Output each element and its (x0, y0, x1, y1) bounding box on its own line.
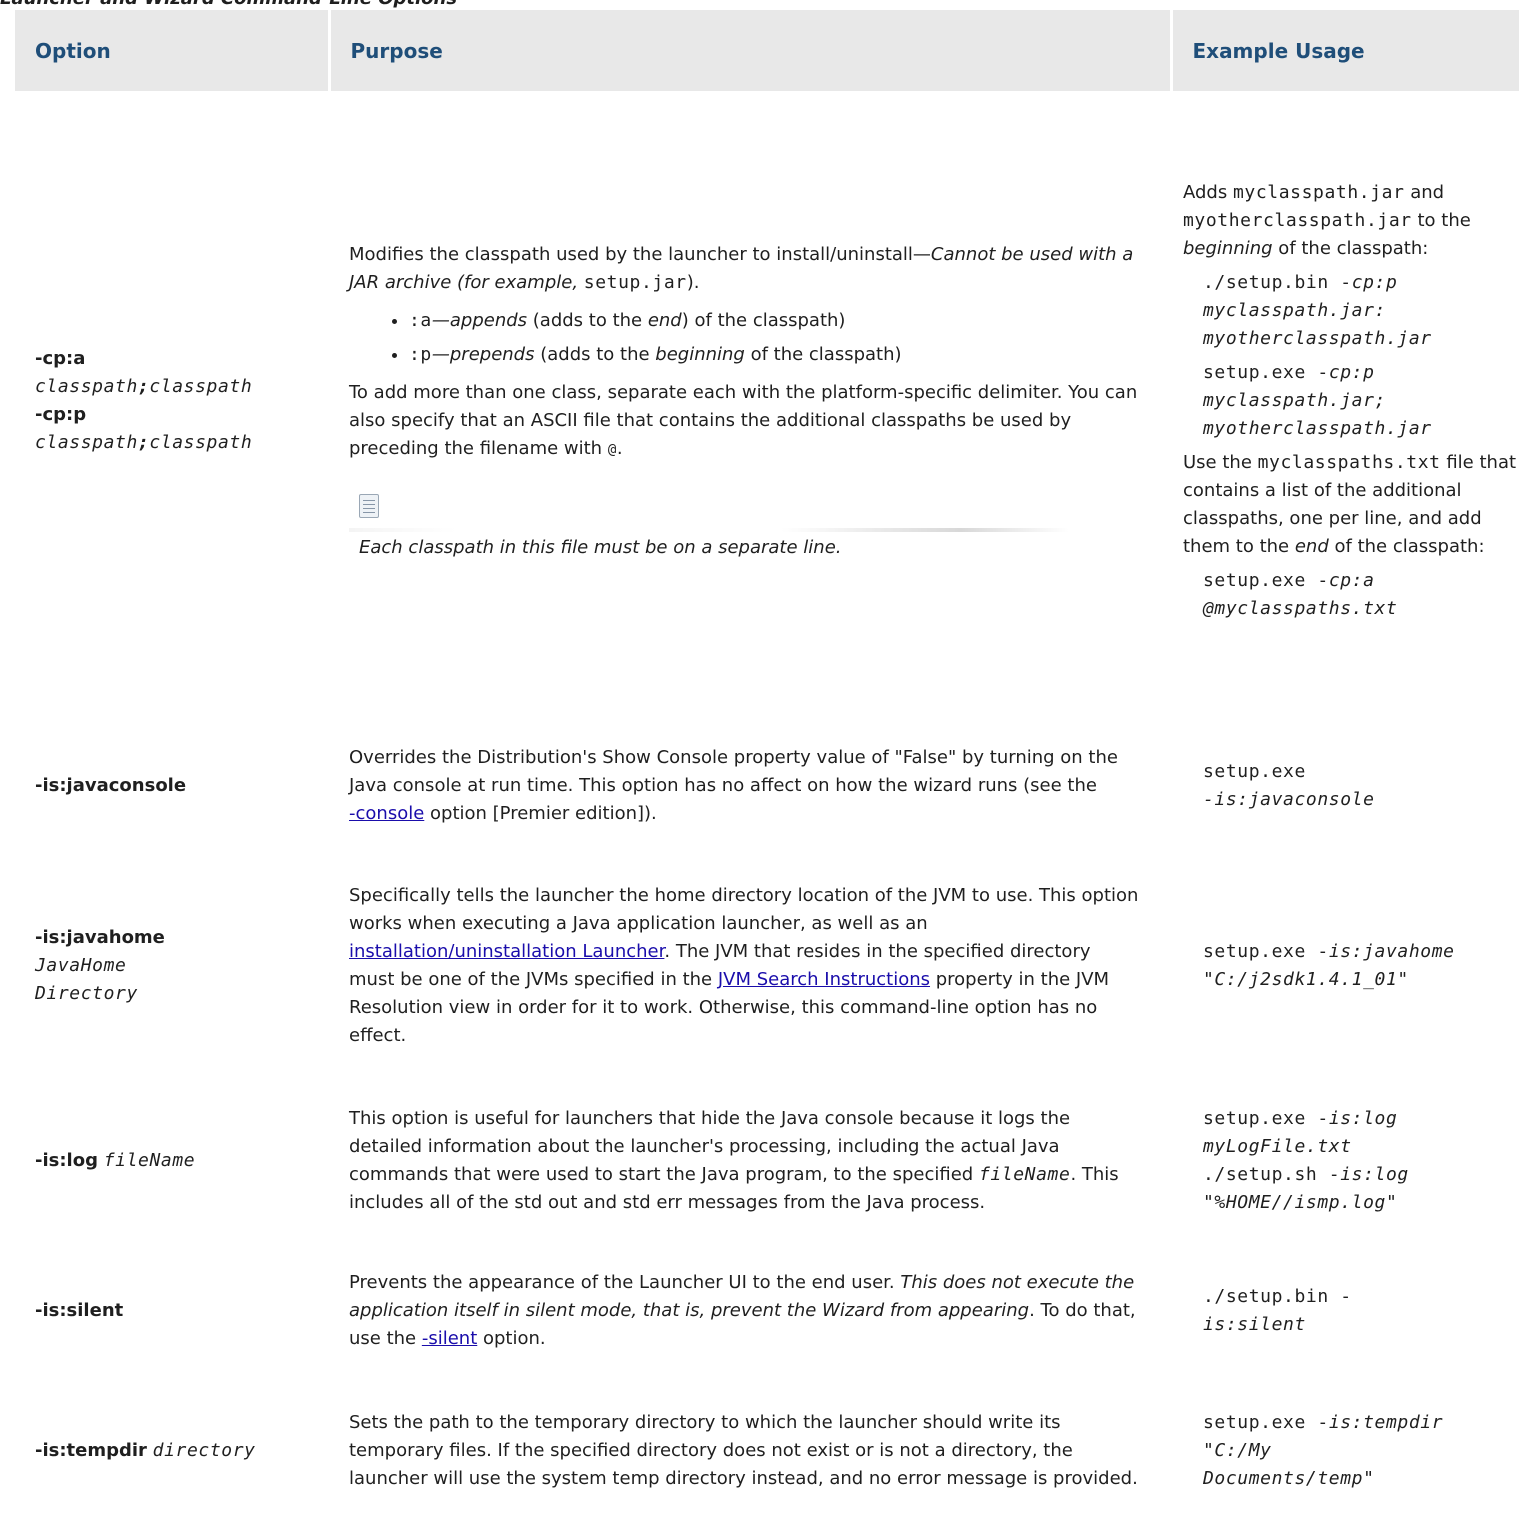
example-cell-cp: Adds myclasspath.jar and myotherclasspat… (1171, 91, 1519, 711)
option-arg-sep: ; (137, 376, 150, 397)
example-command: setup.exe -is:javaconsole (1203, 761, 1375, 810)
example-cell-javaconsole: setup.exe -is:javaconsole (1171, 711, 1519, 861)
option-name: -is:javahome (35, 927, 165, 948)
example-command: ./setup.bin -is:silent (1203, 1286, 1352, 1335)
purpose-paragraph: Specifically tells the launcher the home… (349, 885, 1139, 1046)
header-example: Example Usage (1171, 10, 1519, 91)
table-row-javahome: -is:javahome JavaHome Directory Specific… (15, 861, 1519, 1071)
purpose-cell-cp: Modifies the classpath used by the launc… (329, 91, 1171, 711)
option-cell-javaconsole: -is:javaconsole (15, 711, 329, 861)
example-command: ./setup.sh -is:log "%HOME//ismp.log" (1203, 1164, 1409, 1213)
purpose-paragraph: Overrides the Distribution's Show Consol… (349, 747, 1118, 824)
jvm-search-instructions-link[interactable]: JVM Search Instructions (718, 969, 930, 990)
note-box: Each classpath in this file must be on a… (349, 491, 1141, 562)
option-cell-log: -is:log fileName (15, 1071, 329, 1251)
console-option-link[interactable]: -console (349, 803, 424, 824)
option-cell-javahome: -is:javahome JavaHome Directory (15, 861, 329, 1071)
option-name: -is:javaconsole (35, 775, 187, 796)
example-command: ./setup.bin -cp:p myclasspath.jar: myoth… (1203, 272, 1432, 349)
option-name: -is:tempdir (35, 1440, 147, 1461)
example-cell-tempdir: setup.exe -is:tempdir "C:/My Documents/t… (1171, 1371, 1519, 1531)
example-command: setup.exe -is:tempdir "C:/My Documents/t… (1203, 1412, 1444, 1489)
options-table: Option Purpose Example Usage -cp:a class… (15, 10, 1519, 1531)
example-command: setup.exe -cp:a @myclasspaths.txt (1203, 570, 1398, 619)
silent-option-link[interactable]: -silent (422, 1328, 477, 1349)
header-option: Option (15, 10, 331, 91)
note-text: Each classpath in this file must be on a… (359, 536, 842, 558)
example-description: Use the myclasspaths.txt file that conta… (1183, 452, 1517, 557)
example-cell-silent: ./setup.bin -is:silent (1171, 1251, 1519, 1371)
note-header-bar (349, 491, 1069, 534)
example-command: setup.exe -is:log myLogFile.txt (1203, 1108, 1398, 1157)
option-name-cp-a: -cp:a (35, 348, 86, 369)
installation-launcher-link[interactable]: installation/uninstallation Launcher (349, 941, 664, 962)
table-row-log: -is:log fileName This option is useful f… (15, 1071, 1519, 1251)
table-header-row: Option Purpose Example Usage (15, 10, 1519, 91)
option-name-cp-p: -cp:p (35, 404, 87, 425)
purpose-cell-javaconsole: Overrides the Distribution's Show Consol… (329, 711, 1171, 861)
list-item: :a—appends (adds to the end) of the clas… (409, 307, 1141, 335)
example-cell-javahome: setup.exe -is:javahome "C:/j2sdk1.4.1_01… (1171, 861, 1519, 1071)
table-row-cp: -cp:a classpath;classpath -cp:p classpat… (15, 91, 1519, 711)
purpose-paragraph: Sets the path to the temporary directory… (349, 1412, 1138, 1489)
option-arg: classpath (35, 432, 138, 453)
example-command: setup.exe -cp:p myclasspath.jar; myother… (1203, 362, 1432, 439)
option-arg: classpath (149, 376, 253, 397)
table-caption: Launcher and Wizard Command-Line Options (0, 0, 800, 10)
purpose-paragraph: To add more than one class, separate eac… (349, 381, 1138, 459)
note-icon (359, 493, 379, 518)
purpose-paragraph: This option is useful for launchers that… (349, 1108, 1119, 1213)
option-name: -is:log (35, 1150, 98, 1171)
example-cell-log: setup.exe -is:log myLogFile.txt ./setup.… (1171, 1071, 1519, 1251)
purpose-cell-log: This option is useful for launchers that… (329, 1071, 1171, 1251)
table-row-javaconsole: -is:javaconsole Overrides the Distributi… (15, 711, 1519, 861)
table-row-silent: -is:silent Prevents the appearance of th… (15, 1251, 1519, 1371)
option-arg: directory (152, 1440, 256, 1461)
option-name: -is:silent (35, 1300, 124, 1321)
header-purpose: Purpose (329, 10, 1173, 91)
option-arg: classpath (149, 432, 253, 453)
option-cell-tempdir: -is:tempdir directory (15, 1371, 329, 1531)
purpose-paragraph: Prevents the appearance of the Launcher … (349, 1272, 1136, 1349)
purpose-paragraph: Modifies the classpath used by the launc… (349, 243, 1134, 293)
option-arg-sep: ; (137, 432, 150, 453)
list-item: :p—prepends (adds to the beginning of th… (409, 341, 1141, 369)
table-row-tempdir: -is:tempdir directory Sets the path to t… (15, 1371, 1519, 1531)
classpath-mode-list: :a—appends (adds to the end) of the clas… (349, 307, 1141, 369)
purpose-cell-tempdir: Sets the path to the temporary directory… (329, 1371, 1171, 1531)
purpose-cell-javahome: Specifically tells the launcher the home… (329, 861, 1171, 1071)
purpose-cell-silent: Prevents the appearance of the Launcher … (329, 1251, 1171, 1371)
example-description: Adds myclasspath.jar and myotherclasspat… (1183, 182, 1471, 259)
example-command: setup.exe -is:javahome "C:/j2sdk1.4.1_01… (1203, 941, 1455, 990)
option-arg: fileName (103, 1150, 196, 1171)
option-arg: classpath (35, 376, 138, 397)
option-arg: JavaHome Directory (35, 955, 138, 1004)
option-cell-cp: -cp:a classpath;classpath -cp:p classpat… (15, 91, 329, 711)
option-cell-silent: -is:silent (15, 1251, 329, 1371)
